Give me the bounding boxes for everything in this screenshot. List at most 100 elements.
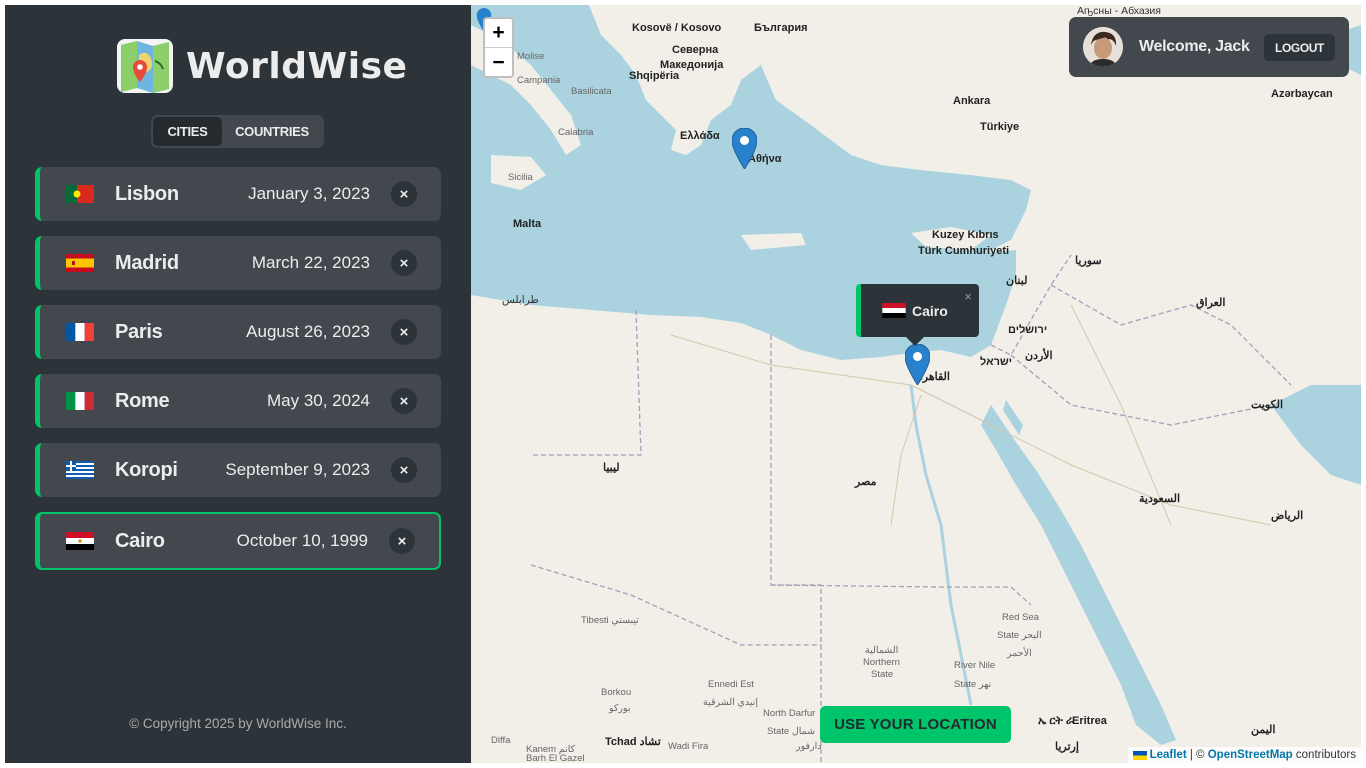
- delete-city-button[interactable]: ×: [391, 319, 417, 345]
- map-label: Azərbaycan: [1271, 88, 1333, 100]
- map-label: Calabria: [558, 127, 594, 138]
- map-label: Red Sea: [1002, 612, 1039, 623]
- map-label: Borkou: [601, 687, 632, 698]
- map-label: Sicilia: [508, 172, 533, 183]
- logout-button[interactable]: LOGOUT: [1264, 34, 1335, 61]
- map-label: Tchad تشاد: [605, 736, 661, 748]
- city-item-paris[interactable]: Paris August 26, 2023 ×: [35, 305, 441, 359]
- map-label: България: [754, 22, 808, 34]
- portugal-flag-icon: [66, 185, 94, 203]
- map-label: Türkiye: [980, 121, 1020, 133]
- map-label: ኤ ርት ራ: [1038, 715, 1074, 727]
- map-label: State البحر: [997, 630, 1042, 641]
- attribution-separator: | ©: [1186, 749, 1208, 761]
- delete-city-button[interactable]: ×: [391, 250, 417, 276]
- city-date: September 9, 2023: [225, 460, 370, 479]
- city-item-rome[interactable]: Rome May 30, 2024 ×: [35, 374, 441, 428]
- map-label: State شمال: [767, 726, 816, 737]
- city-name: Paris: [115, 320, 163, 343]
- egypt-flag-icon: [66, 532, 94, 550]
- map-label: دارفور: [796, 741, 822, 752]
- map-label: الأحمر: [1007, 648, 1032, 659]
- view-tabs: CITIES COUNTRIES: [151, 115, 324, 148]
- avatar: [1083, 27, 1123, 67]
- city-name: Rome: [115, 389, 170, 412]
- map-label: الأردن: [1025, 350, 1053, 362]
- map-label: State: [871, 669, 894, 680]
- city-date: August 26, 2023: [246, 322, 370, 341]
- map-logo-icon: [117, 39, 173, 93]
- city-item-madrid[interactable]: Madrid March 22, 2023 ×: [35, 236, 441, 290]
- city-date: January 3, 2023: [248, 184, 370, 203]
- map-marker-icon[interactable]: [905, 344, 930, 385]
- map-label: ירושלים: [1008, 324, 1048, 336]
- map-label: Kosovë / Kosovo: [632, 22, 722, 34]
- use-location-button[interactable]: USE YOUR LOCATION: [820, 706, 1011, 743]
- map-label: Molise: [517, 51, 545, 62]
- city-item-lisbon[interactable]: Lisbon January 3, 2023 ×: [35, 167, 441, 221]
- map-label: السعودية: [1139, 493, 1181, 505]
- map-label: بوركو: [609, 703, 631, 714]
- map-label: North Darfur: [763, 708, 816, 719]
- city-date: March 22, 2023: [251, 253, 370, 272]
- map-marker-icon[interactable]: [732, 128, 757, 169]
- city-item-cairo[interactable]: Cairo October 10, 1999 ×: [35, 512, 441, 570]
- attribution-suffix: contributors: [1292, 749, 1356, 761]
- city-name: Koropi: [115, 458, 178, 481]
- sidebar: WorldWise CITIES COUNTRIES Lisbon Januar…: [5, 5, 471, 763]
- map-label: Аҧсны - Абхазия: [1077, 5, 1161, 17]
- map-label: مصر: [855, 476, 877, 488]
- map-label: Barh El Gazel: [526, 753, 585, 763]
- map-label: State نهر: [954, 679, 992, 690]
- map-attribution: Leaflet | © OpenStreetMap contributors: [1127, 747, 1361, 763]
- map-label: Türk Cumhuriyeti: [918, 245, 1010, 257]
- france-flag-icon: [66, 323, 94, 341]
- popup-city-name: Cairo: [912, 302, 948, 319]
- map-label: Diffa: [491, 735, 511, 746]
- city-name: Lisbon: [115, 182, 179, 205]
- map-label: Shqipëria: [629, 70, 680, 82]
- app-name: WorldWise: [186, 45, 408, 87]
- map-label: طرابلس: [502, 294, 539, 306]
- map-label: Kuzey Kıbrıs: [932, 229, 999, 241]
- user-panel: Welcome, Jack LOGOUT: [1069, 17, 1349, 77]
- zoom-in-button[interactable]: +: [485, 19, 512, 48]
- delete-city-button[interactable]: ×: [391, 181, 417, 207]
- tab-countries[interactable]: COUNTRIES: [222, 117, 322, 146]
- map-label: Northern: [863, 657, 900, 668]
- popup-close-button[interactable]: ×: [964, 289, 972, 304]
- logo[interactable]: WorldWise: [115, 37, 407, 95]
- app: WorldWise CITIES COUNTRIES Lisbon Januar…: [5, 5, 1361, 763]
- city-item-koropi[interactable]: Koropi September 9, 2023 ×: [35, 443, 441, 497]
- map[interactable]: Аҧсны - Абхазия Kosovë / Kosovo България…: [471, 5, 1361, 763]
- city-popup[interactable]: Cairo ×: [856, 284, 979, 337]
- map-label: لبنان: [1006, 275, 1028, 287]
- map-label: سوريا: [1075, 255, 1102, 267]
- map-label: العراق: [1196, 297, 1226, 309]
- delete-city-button[interactable]: ×: [391, 457, 417, 483]
- greece-flag-icon: [66, 461, 94, 479]
- italy-flag-icon: [66, 392, 94, 410]
- egypt-flag-icon: [882, 303, 906, 318]
- map-label: Ελλάδα: [680, 130, 720, 142]
- openstreetmap-link[interactable]: OpenStreetMap: [1208, 749, 1293, 761]
- city-name: Cairo: [115, 529, 165, 552]
- map-label: ليبيا: [603, 462, 620, 474]
- map-label: اليمن: [1251, 724, 1276, 736]
- city-date: May 30, 2024: [266, 391, 370, 410]
- map-label: Tibesti تيبستي: [581, 615, 639, 626]
- map-label: الكويت: [1251, 399, 1284, 411]
- map-label: إنيدي الشرقية: [703, 697, 758, 708]
- city-date: October 10, 1999: [236, 531, 368, 550]
- leaflet-link[interactable]: Leaflet: [1150, 749, 1187, 761]
- delete-city-button[interactable]: ×: [391, 388, 417, 414]
- zoom-out-button[interactable]: −: [485, 48, 512, 77]
- delete-city-button[interactable]: ×: [389, 528, 415, 554]
- map-label: إرتريا: [1055, 741, 1079, 753]
- map-label: Северна: [672, 44, 719, 56]
- map-label: Malta: [513, 218, 542, 230]
- tab-cities[interactable]: CITIES: [153, 117, 222, 146]
- copyright: © Copyright 2025 by WorldWise Inc.: [129, 716, 347, 731]
- zoom-control: + −: [483, 17, 514, 78]
- popup-tip: [905, 336, 925, 346]
